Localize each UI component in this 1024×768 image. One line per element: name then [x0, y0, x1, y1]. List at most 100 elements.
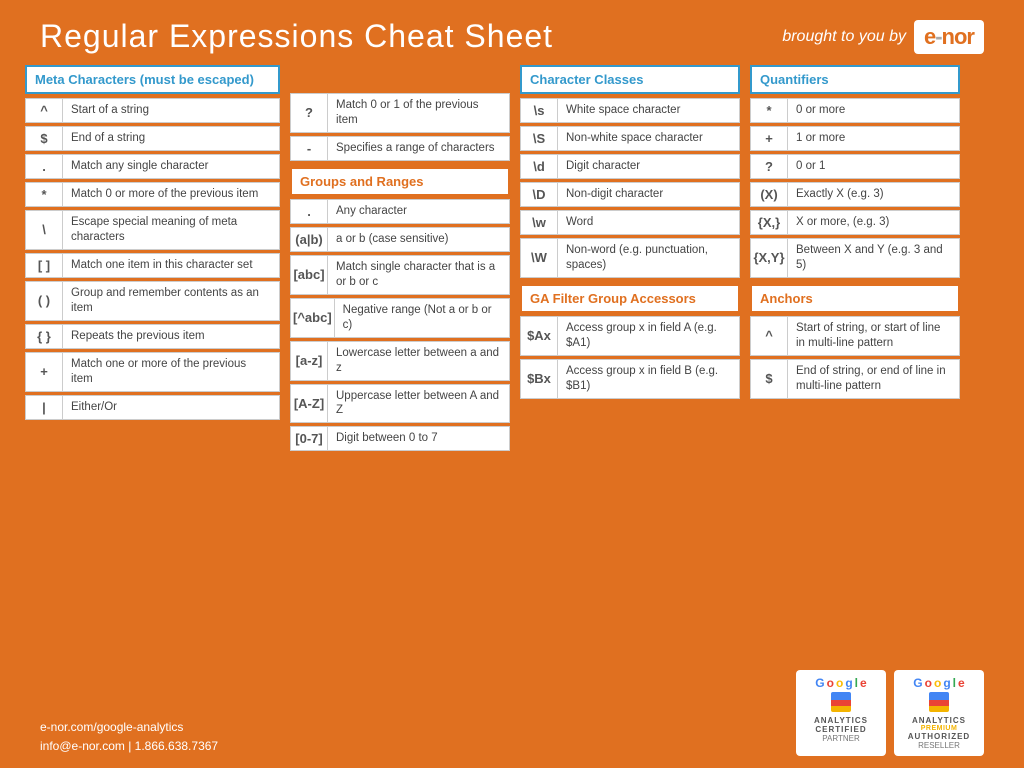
symbol-a-caret: ^ [750, 316, 788, 356]
desc-match-one: Match one item in this character set [63, 253, 280, 278]
list-item: ^ Start of a string [25, 98, 280, 123]
page-title: Regular Expressions Cheat Sheet [40, 18, 553, 55]
badge-certified-label: CERTIFIED [804, 725, 878, 734]
list-item: [^abc] Negative range (Not a or b or c) [290, 298, 510, 338]
anchors-header: Anchors [750, 284, 960, 313]
symbol-plus: + [25, 352, 63, 392]
list-item: \D Non-digit character [520, 182, 740, 207]
symbol-WS: \S [520, 126, 558, 151]
list-item: . Match any single character [25, 154, 280, 179]
footer-badges: Google ANALYTICS CERTIFIED PARTNER Googl… [796, 670, 984, 756]
desc-bx: Access group x in field B (e.g. $B1) [558, 359, 740, 399]
quantifiers-header: Quantifiers [750, 65, 960, 94]
badge-reseller-label: RESELLER [902, 741, 976, 750]
list-item: ? Match 0 or 1 of the previous item [290, 93, 510, 133]
list-item: { } Repeats the previous item [25, 324, 280, 349]
symbol-Xc: {X,} [750, 210, 788, 235]
symbol-D: \D [520, 182, 558, 207]
desc-escape: Escape special meaning of meta character… [63, 210, 280, 250]
desc-digit: Digit character [558, 154, 740, 179]
desc-non-whitespace: Non-white space character [558, 126, 740, 151]
desc-zero-more: Match 0 or more of the previous item [63, 182, 280, 207]
list-item: $ End of a string [25, 126, 280, 151]
ga-filter-header: GA Filter Group Accessors [520, 284, 740, 313]
desc-end-string: End of a string [63, 126, 280, 151]
list-item: [0-7] Digit between 0 to 7 [290, 426, 510, 451]
list-item: \w Word [520, 210, 740, 235]
desc-start-string: Start of a string [63, 98, 280, 123]
meta-chars-column: Meta Characters (must be escaped) ^ Star… [25, 65, 280, 454]
desc-lower: Lowercase letter between a and z [328, 341, 510, 381]
symbol-or: (a|b) [290, 227, 328, 252]
symbol-dash: - [290, 136, 328, 161]
list-item: $Bx Access group x in field B (e.g. $B1) [520, 359, 740, 399]
symbol-brace: { } [25, 324, 63, 349]
symbol-pipe: | [25, 395, 63, 420]
desc-one-more: Match one or more of the previous item [63, 352, 280, 392]
list-item: (X) Exactly X (e.g. 3) [750, 182, 960, 207]
symbol-q-q: ? [750, 154, 788, 179]
list-item: {X,} X or more, (e.g. 3) [750, 210, 960, 235]
brand-area: brought to you by e-nor [782, 20, 984, 54]
symbol-gr-dot: . [290, 199, 328, 224]
list-item: $ End of string, or end of line in multi… [750, 359, 960, 399]
list-item: [a-z] Lowercase letter between a and z [290, 341, 510, 381]
list-item: {X,Y} Between X and Y (e.g. 3 and 5) [750, 238, 960, 278]
list-item: ( ) Group and remember contents as an it… [25, 281, 280, 321]
list-item: \W Non-word (e.g. punctuation, spaces) [520, 238, 740, 278]
desc-word: Word [558, 210, 740, 235]
header: Regular Expressions Cheat Sheet brought … [0, 0, 1024, 65]
list-item: * Match 0 or more of the previous item [25, 182, 280, 207]
quantifiers-column: Quantifiers * 0 or more + 1 or more ? 0 … [750, 65, 960, 454]
list-item: (a|b) a or b (case sensitive) [290, 227, 510, 252]
symbol-caret: ^ [25, 98, 63, 123]
symbol-X: (X) [750, 182, 788, 207]
desc-start-or-line: Start of string, or start of line in mul… [788, 316, 960, 356]
main-content: Meta Characters (must be escaped) ^ Star… [0, 65, 1024, 454]
symbol-q: ? [290, 93, 328, 133]
list-item: $Ax Access group x in field A (e.g. $A1) [520, 316, 740, 356]
desc-match01: Match 0 or 1 of the previous item [328, 93, 510, 133]
badge-certified: Google ANALYTICS CERTIFIED PARTNER [796, 670, 886, 756]
footer: e-nor.com/google-analytics info@e-nor.co… [40, 670, 984, 756]
desc-1-more: 1 or more [788, 126, 960, 151]
list-item: \s White space character [520, 98, 740, 123]
analytics-icon-2 [929, 692, 949, 712]
badge-reseller: Google ANALYTICS PREMIUM AUTHORIZED RESE… [894, 670, 984, 756]
desc-end-or-line: End of string, or end of line in multi-l… [788, 359, 960, 399]
google-logo-1: Google [804, 676, 878, 690]
meta-chars-header: Meta Characters (must be escaped) [25, 65, 280, 94]
symbol-dollar: $ [25, 126, 63, 151]
list-item: \ Escape special meaning of meta charact… [25, 210, 280, 250]
list-item: . Any character [290, 199, 510, 224]
symbol-star: * [25, 182, 63, 207]
desc-0-1: 0 or 1 [788, 154, 960, 179]
list-item: | Either/Or [25, 395, 280, 420]
symbol-bx: $Bx [520, 359, 558, 399]
badge-premium-label: PREMIUM [902, 725, 976, 732]
list-item: \d Digit character [520, 154, 740, 179]
symbol-q-plus: + [750, 126, 788, 151]
list-item: ^ Start of string, or start of line in m… [750, 316, 960, 356]
desc-a-or-b: a or b (case sensitive) [328, 227, 510, 252]
symbol-W: \W [520, 238, 558, 278]
groups-ranges-column: ? Match 0 or 1 of the previous item - Sp… [290, 65, 510, 454]
list-item: + Match one or more of the previous item [25, 352, 280, 392]
footer-line1: e-nor.com/google-analytics [40, 718, 218, 737]
symbol-07: [0-7] [290, 426, 328, 451]
symbol-az: [a-z] [290, 341, 328, 381]
char-classes-column: Character Classes \s White space charact… [520, 65, 740, 454]
google-logo-2: Google [902, 676, 976, 690]
desc-whitespace: White space character [558, 98, 740, 123]
desc-negative: Negative range (Not a or b or c) [335, 298, 510, 338]
brand-logo: e-nor [914, 20, 984, 54]
desc-group: Group and remember contents as an item [63, 281, 280, 321]
desc-match-single: Match single character that is a or b or… [328, 255, 510, 295]
list-item: [abc] Match single character that is a o… [290, 255, 510, 295]
footer-line2: info@e-nor.com | 1.866.638.7367 [40, 737, 218, 756]
brand-text: brought to you by [782, 28, 906, 46]
list-item: * 0 or more [750, 98, 960, 123]
desc-either-or: Either/Or [63, 395, 280, 420]
footer-contact: e-nor.com/google-analytics info@e-nor.co… [40, 718, 218, 756]
symbol-nabc: [^abc] [290, 298, 335, 338]
